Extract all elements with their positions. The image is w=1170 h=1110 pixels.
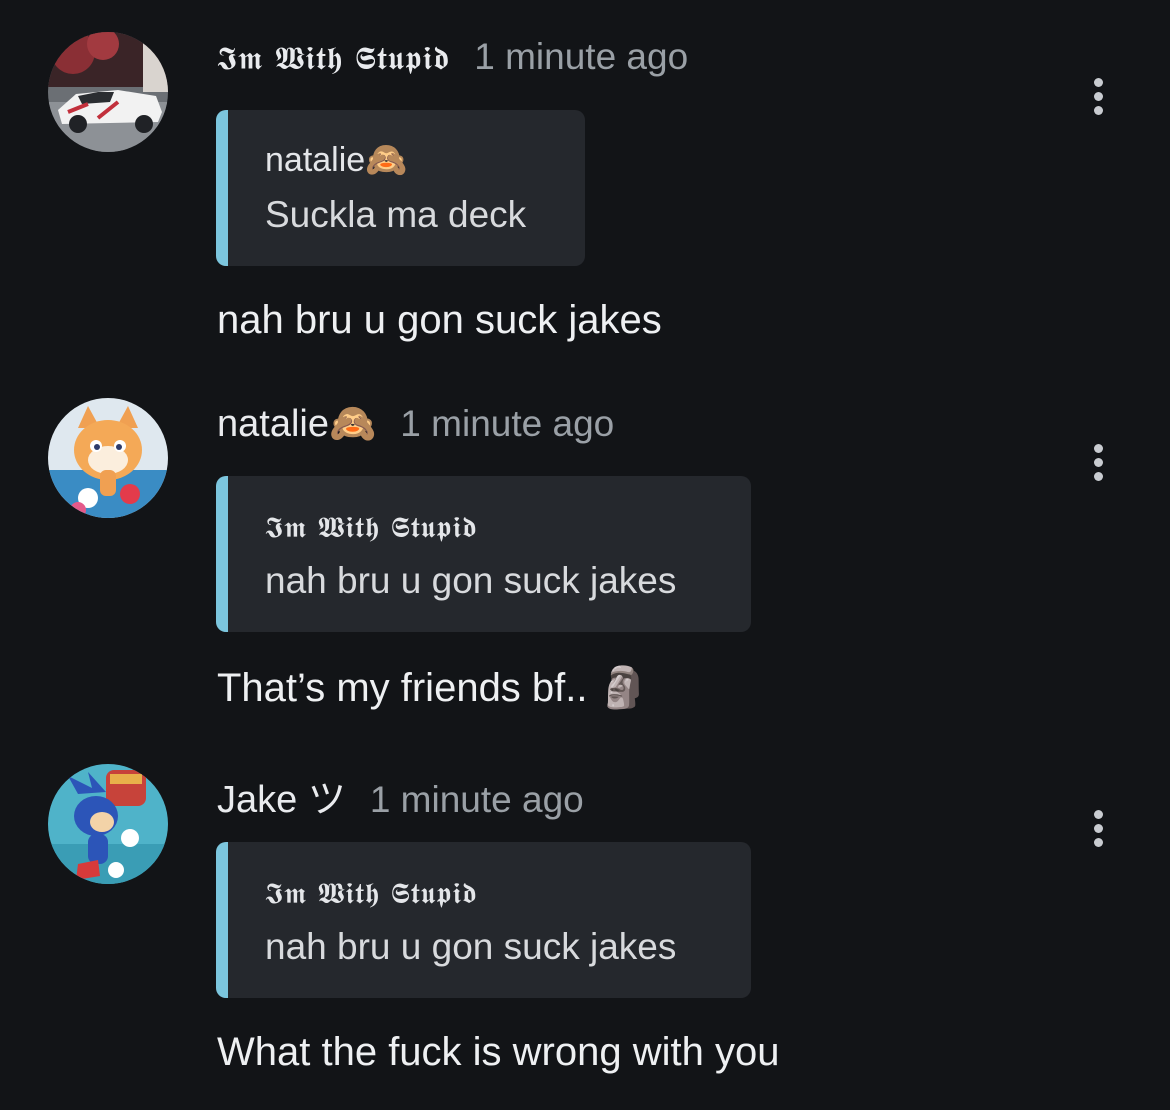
quoted-reply[interactable]: 𝕴𝖒 𝖂𝖎𝖙𝖍 𝕾𝖙𝖚𝖕𝖎𝖉 nah bru u gon suck jakes bbox=[216, 476, 751, 632]
comment-text: nah bru u gon suck jakes bbox=[217, 298, 662, 342]
comment: natalie🙈 1 minute ago 𝕴𝖒 𝖂𝖎𝖙𝖍 𝕾𝖙𝖚𝖕𝖎𝖉 nah… bbox=[0, 366, 1170, 736]
author-name[interactable]: Jake ツ bbox=[217, 768, 346, 823]
author-name[interactable]: natalie🙈 bbox=[217, 402, 376, 446]
author-name[interactable]: 𝕴𝖒 𝖂𝖎𝖙𝖍 𝕾𝖙𝖚𝖕𝖎𝖉 bbox=[217, 39, 450, 78]
comment-header: 𝕴𝖒 𝖂𝖎𝖙𝖍 𝕾𝖙𝖚𝖕𝖎𝖉 1 minute ago bbox=[217, 36, 688, 78]
comment-header: Jake ツ 1 minute ago bbox=[217, 768, 584, 823]
avatar[interactable] bbox=[48, 764, 168, 884]
comment: 𝕴𝖒 𝖂𝖎𝖙𝖍 𝕾𝖙𝖚𝖕𝖎𝖉 1 minute ago natalie🙈 Suc… bbox=[0, 0, 1170, 370]
quote-accent-bar bbox=[216, 476, 228, 632]
quote-accent-bar bbox=[216, 110, 228, 266]
comment-text: That’s my friends bf.. 🗿 bbox=[217, 666, 649, 710]
quote-text: Suckla ma deck bbox=[265, 194, 527, 235]
timestamp: 1 minute ago bbox=[474, 36, 689, 77]
quote-author: natalie🙈 bbox=[265, 141, 408, 179]
more-options-icon[interactable] bbox=[1086, 78, 1110, 122]
quote-accent-bar bbox=[216, 842, 228, 998]
fox-avatar-icon bbox=[48, 398, 168, 518]
more-options-icon[interactable] bbox=[1086, 444, 1110, 488]
timestamp: 1 minute ago bbox=[369, 779, 584, 820]
comment-text: What the fuck is wrong with you bbox=[217, 1030, 780, 1074]
timestamp: 1 minute ago bbox=[400, 403, 615, 444]
quoted-reply[interactable]: 𝕴𝖒 𝖂𝖎𝖙𝖍 𝕾𝖙𝖚𝖕𝖎𝖉 nah bru u gon suck jakes bbox=[216, 842, 751, 998]
quote-author: 𝕴𝖒 𝖂𝖎𝖙𝖍 𝕾𝖙𝖚𝖕𝖎𝖉 bbox=[265, 876, 478, 910]
comment: Jake ツ 1 minute ago 𝕴𝖒 𝖂𝖎𝖙𝖍 𝕾𝖙𝖚𝖕𝖎𝖉 nah b… bbox=[0, 732, 1170, 1110]
avatar[interactable] bbox=[48, 32, 168, 152]
comment-header: natalie🙈 1 minute ago bbox=[217, 402, 614, 446]
quote-author: 𝕴𝖒 𝖂𝖎𝖙𝖍 𝕾𝖙𝖚𝖕𝖎𝖉 bbox=[265, 510, 478, 544]
quote-text: nah bru u gon suck jakes bbox=[265, 926, 677, 967]
car-avatar-icon bbox=[48, 32, 168, 152]
quoted-reply[interactable]: natalie🙈 Suckla ma deck bbox=[216, 110, 585, 266]
avatar[interactable] bbox=[48, 398, 168, 518]
quote-text: nah bru u gon suck jakes bbox=[265, 560, 677, 601]
more-options-icon[interactable] bbox=[1086, 810, 1110, 854]
hedgehog-avatar-icon bbox=[48, 764, 168, 884]
